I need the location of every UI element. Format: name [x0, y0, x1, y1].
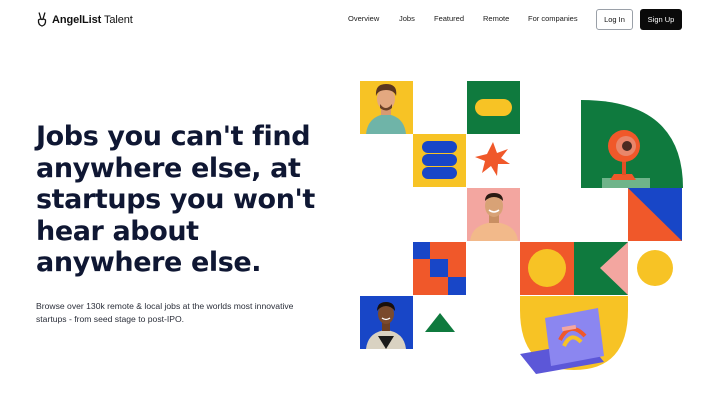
arrow-tile: [574, 242, 628, 295]
login-button[interactable]: Log In: [596, 9, 633, 30]
circle-tile: [520, 242, 574, 295]
nav-link-for-companies[interactable]: For companies: [528, 14, 578, 23]
laptop-tile: [520, 296, 628, 374]
hero-subtext: Browse over 130k remote & local jobs at …: [36, 301, 294, 324]
hero-headline: Jobs you can't find anywhere else, at st…: [36, 121, 315, 278]
yellow-circle: [637, 250, 673, 286]
top-navigation: AngelList Talent Overview Jobs Featured …: [0, 0, 720, 40]
nav-link-featured[interactable]: Featured: [434, 14, 464, 23]
portrait-tile-3: [360, 296, 413, 349]
portrait-tile-1: [360, 81, 413, 134]
blue-pattern-tile: [413, 134, 466, 187]
green-triangle: [425, 313, 455, 332]
checker-tile: [413, 242, 466, 295]
triangle-tile: [628, 188, 682, 241]
pill-tile: [467, 81, 520, 134]
signup-button[interactable]: Sign Up: [640, 9, 682, 30]
nav-link-remote[interactable]: Remote: [483, 14, 509, 23]
webcam-tile: [581, 100, 683, 188]
portrait-tile-2: [467, 188, 520, 241]
nav-link-overview[interactable]: Overview: [348, 14, 379, 23]
star-shape: [475, 142, 510, 176]
nav-link-jobs[interactable]: Jobs: [399, 14, 415, 23]
